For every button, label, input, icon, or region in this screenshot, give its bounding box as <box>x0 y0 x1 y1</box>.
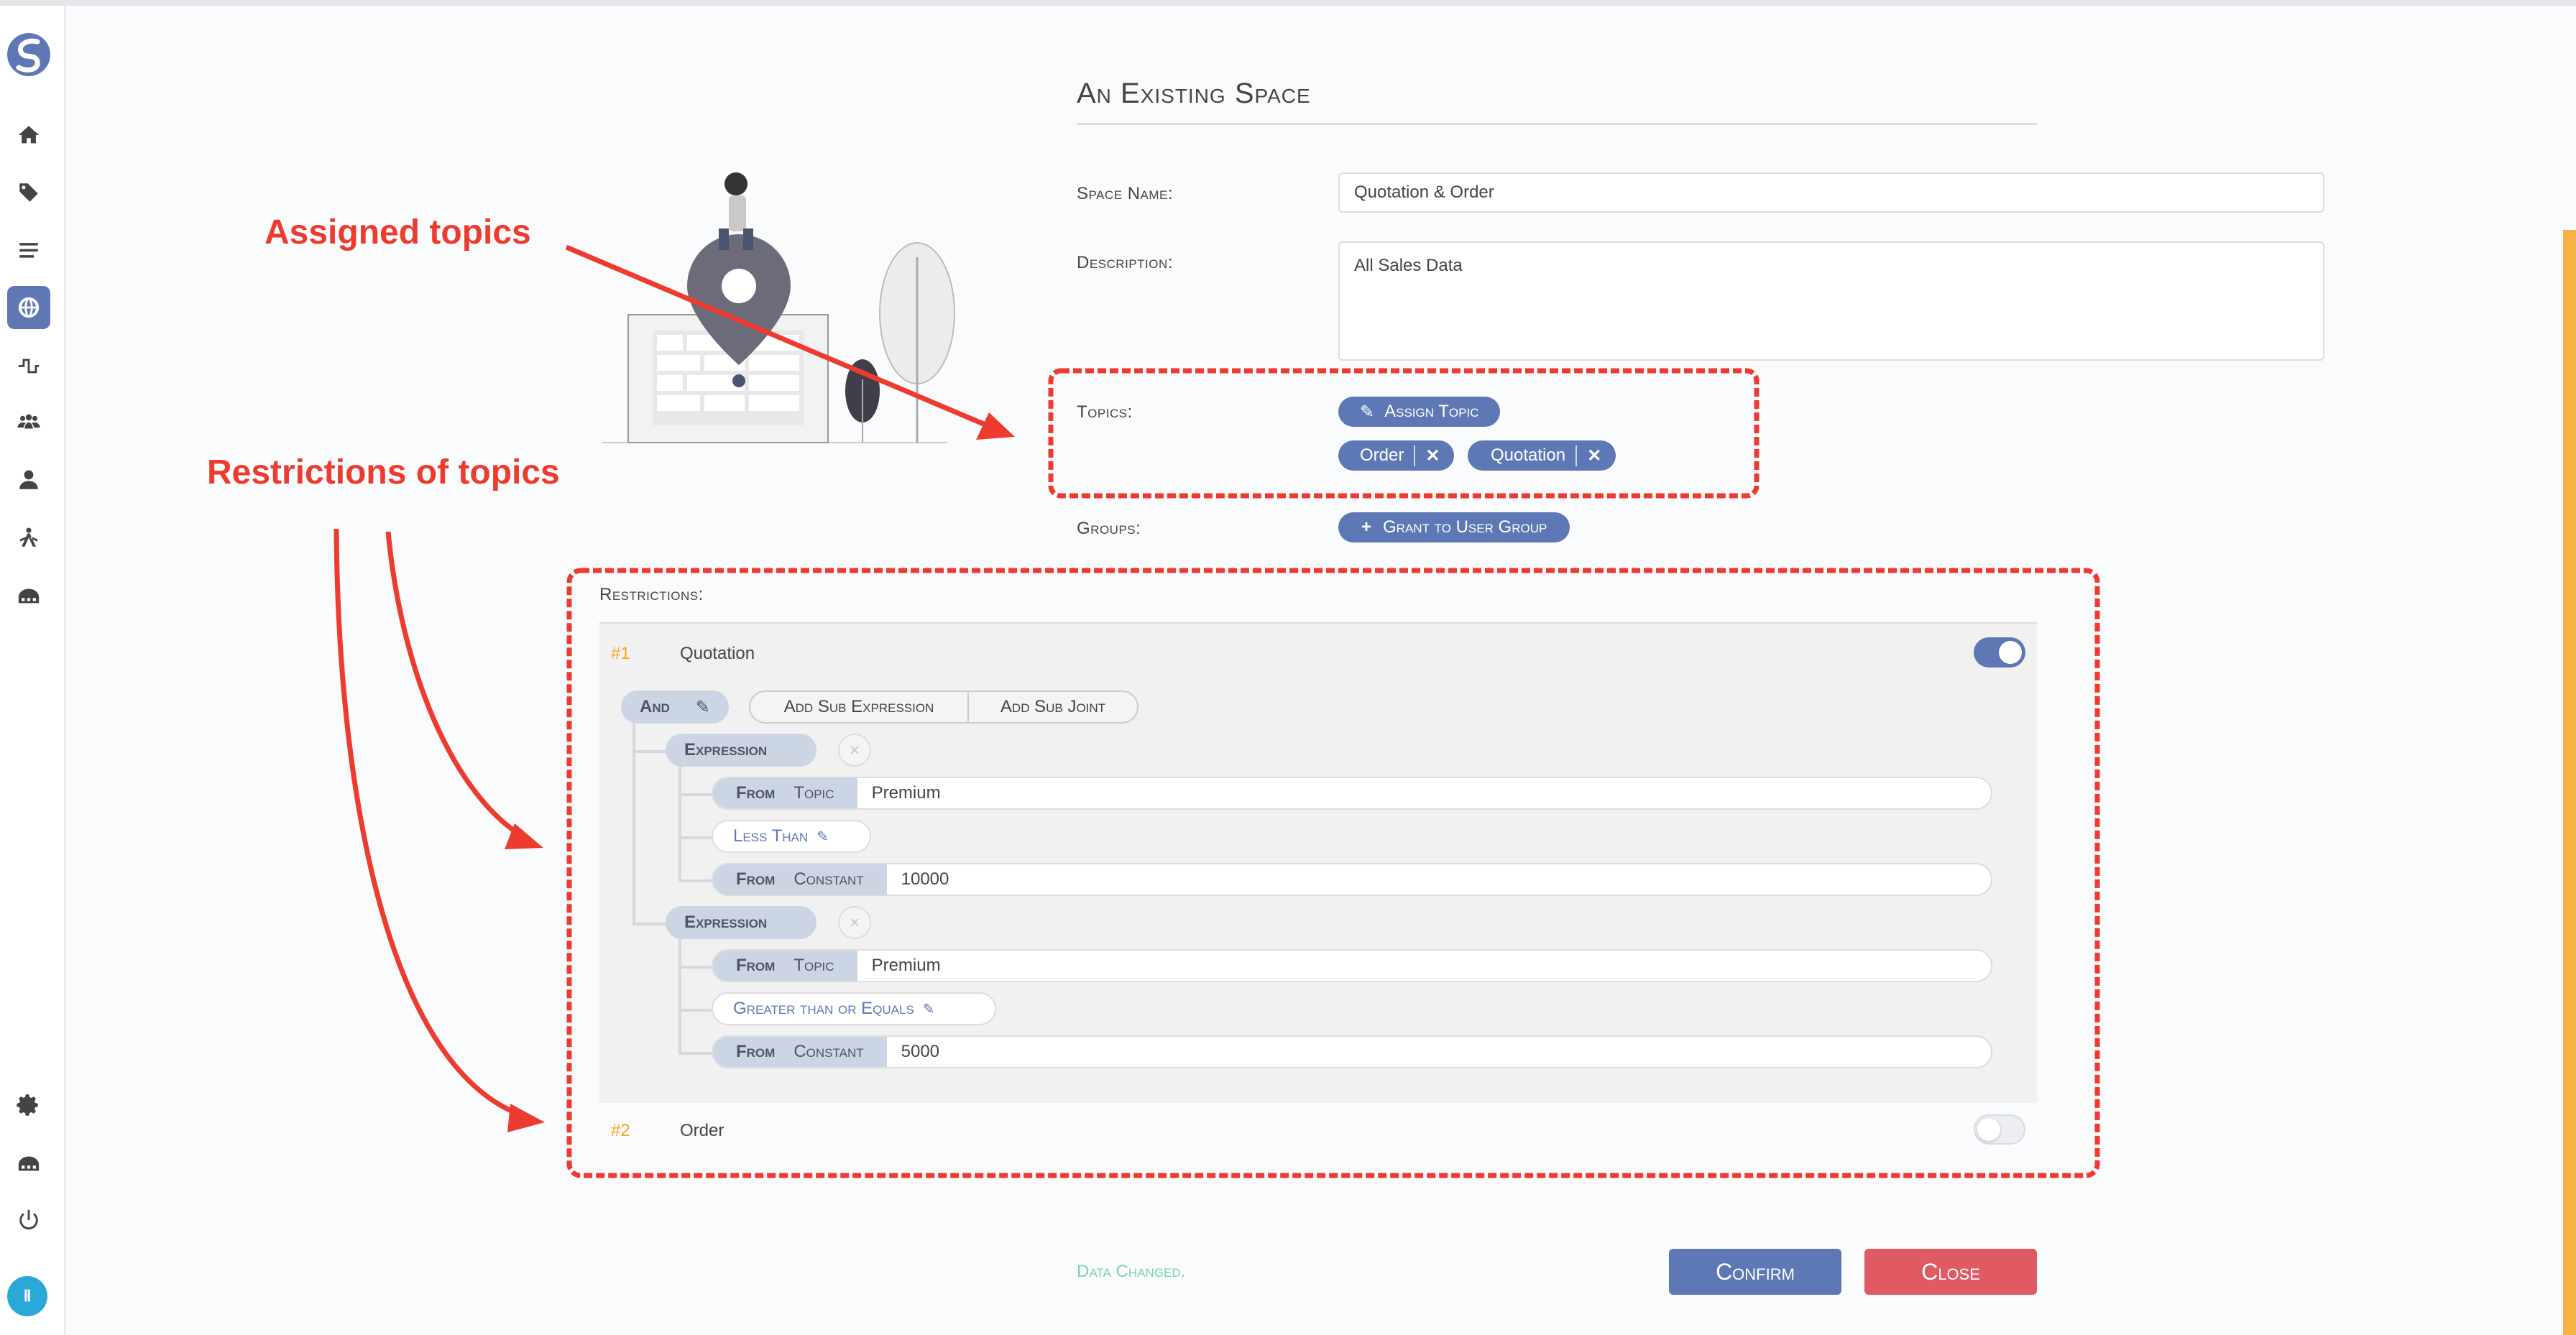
annotation-overlay <box>334 244 2100 1178</box>
